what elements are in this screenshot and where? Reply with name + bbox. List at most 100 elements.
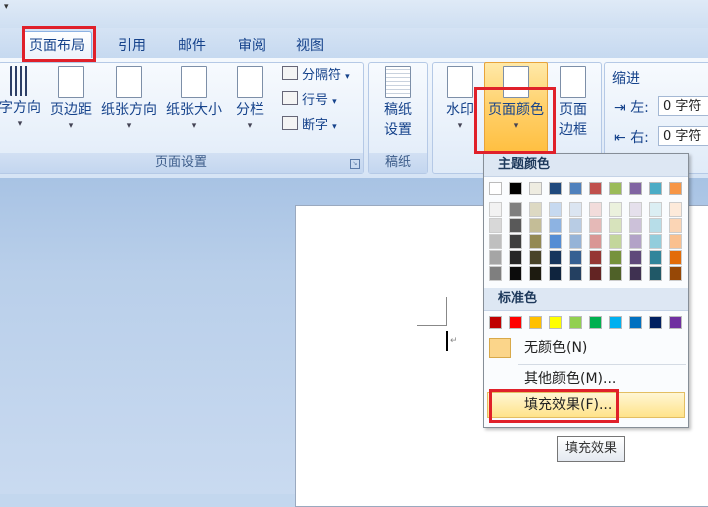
- theme-shade-swatch[interactable]: [569, 202, 582, 217]
- theme-shade-swatch[interactable]: [589, 250, 602, 265]
- theme-shade-swatch[interactable]: [609, 266, 622, 281]
- theme-shade-swatch[interactable]: [549, 234, 562, 249]
- theme-color-swatch[interactable]: [669, 182, 682, 195]
- theme-shade-swatch[interactable]: [609, 250, 622, 265]
- theme-shade-swatch[interactable]: [629, 266, 642, 281]
- tab-references[interactable]: 引用: [118, 35, 146, 55]
- hyphenation-button[interactable]: 断字 ▾: [282, 116, 337, 136]
- standard-color-swatch[interactable]: [549, 316, 562, 329]
- theme-shade-swatch[interactable]: [509, 250, 522, 265]
- theme-color-swatch[interactable]: [569, 182, 582, 195]
- theme-shade-swatch[interactable]: [629, 234, 642, 249]
- theme-shade-swatch[interactable]: [669, 266, 682, 281]
- standard-color-swatch[interactable]: [529, 316, 542, 329]
- line-numbers-icon: [282, 91, 298, 105]
- theme-shade-swatch[interactable]: [669, 234, 682, 249]
- indent-left-input[interactable]: 0 字符: [658, 96, 708, 116]
- standard-color-swatch[interactable]: [569, 316, 582, 329]
- theme-shade-swatch[interactable]: [669, 250, 682, 265]
- standard-color-swatch[interactable]: [649, 316, 662, 329]
- size-label: 纸张大小: [166, 102, 222, 118]
- theme-color-swatch[interactable]: [649, 182, 662, 195]
- quick-access-dropdown-icon[interactable]: ▾: [4, 2, 9, 12]
- theme-shade-swatch[interactable]: [529, 234, 542, 249]
- watermark-button[interactable]: 水印 ▾: [440, 66, 480, 132]
- theme-shade-swatch[interactable]: [589, 266, 602, 281]
- theme-color-swatch[interactable]: [629, 182, 642, 195]
- theme-shade-swatch[interactable]: [509, 202, 522, 217]
- page-setup-launcher-icon[interactable]: ↘: [350, 159, 360, 169]
- theme-shade-swatch[interactable]: [529, 266, 542, 281]
- theme-shade-swatch[interactable]: [609, 218, 622, 233]
- more-colors-item[interactable]: 其他颜色(M)...: [484, 367, 688, 391]
- theme-shade-swatch[interactable]: [569, 218, 582, 233]
- theme-shade-swatch[interactable]: [549, 250, 562, 265]
- theme-shade-swatch[interactable]: [509, 266, 522, 281]
- theme-color-swatch[interactable]: [609, 182, 622, 195]
- theme-shade-swatch[interactable]: [529, 218, 542, 233]
- theme-shade-swatch[interactable]: [649, 266, 662, 281]
- theme-shade-swatch[interactable]: [489, 218, 502, 233]
- line-numbers-button[interactable]: 行号 ▾: [282, 91, 337, 111]
- theme-color-swatch[interactable]: [589, 182, 602, 195]
- no-color-item[interactable]: 无颜色(N): [484, 336, 688, 360]
- theme-shade-swatch[interactable]: [669, 202, 682, 217]
- standard-color-swatch[interactable]: [609, 316, 622, 329]
- tab-page-layout[interactable]: 页面布局: [22, 31, 92, 60]
- theme-shade-swatch[interactable]: [549, 218, 562, 233]
- columns-button[interactable]: 分栏 ▾: [230, 66, 270, 132]
- theme-shade-swatch[interactable]: [649, 234, 662, 249]
- theme-color-swatch[interactable]: [489, 182, 502, 195]
- theme-shade-swatch[interactable]: [649, 250, 662, 265]
- orientation-button[interactable]: 纸张方向 ▾: [97, 66, 161, 132]
- theme-shade-swatch[interactable]: [589, 234, 602, 249]
- theme-color-swatch[interactable]: [509, 182, 522, 195]
- theme-shade-swatch[interactable]: [529, 202, 542, 217]
- theme-shade-swatch[interactable]: [569, 266, 582, 281]
- breaks-icon: [282, 66, 298, 80]
- hyphenation-label: 断字: [302, 118, 329, 133]
- theme-shade-swatch[interactable]: [649, 202, 662, 217]
- page-border-button[interactable]: 页面边框: [553, 66, 593, 140]
- page-color-label: 页面颜色: [488, 102, 544, 118]
- tab-view[interactable]: 视图: [296, 35, 324, 55]
- theme-shade-swatch[interactable]: [509, 234, 522, 249]
- theme-shade-swatch[interactable]: [569, 234, 582, 249]
- theme-shade-swatch[interactable]: [549, 202, 562, 217]
- theme-shade-swatch[interactable]: [629, 250, 642, 265]
- draft-settings-button[interactable]: 稿纸设置: [374, 66, 422, 140]
- page-color-button[interactable]: 页面颜色 ▾: [484, 66, 548, 132]
- tab-mailings[interactable]: 邮件: [178, 35, 206, 55]
- theme-shade-swatch[interactable]: [509, 218, 522, 233]
- theme-shade-swatch[interactable]: [629, 202, 642, 217]
- margins-button[interactable]: 页边距 ▾: [46, 66, 96, 132]
- theme-shade-swatch[interactable]: [489, 202, 502, 217]
- standard-color-swatch[interactable]: [669, 316, 682, 329]
- standard-color-swatch[interactable]: [629, 316, 642, 329]
- theme-shade-swatch[interactable]: [669, 218, 682, 233]
- tab-review[interactable]: 审阅: [238, 35, 266, 55]
- theme-shade-swatch[interactable]: [529, 250, 542, 265]
- theme-shade-swatch[interactable]: [609, 234, 622, 249]
- theme-shade-swatch[interactable]: [489, 266, 502, 281]
- theme-shade-swatch[interactable]: [569, 250, 582, 265]
- standard-color-swatch[interactable]: [509, 316, 522, 329]
- standard-color-swatch[interactable]: [489, 316, 502, 329]
- theme-shade-swatch[interactable]: [589, 202, 602, 217]
- theme-shade-swatch[interactable]: [589, 218, 602, 233]
- theme-shade-swatch[interactable]: [549, 266, 562, 281]
- theme-shade-swatch[interactable]: [649, 218, 662, 233]
- standard-color-swatch[interactable]: [589, 316, 602, 329]
- theme-shade-swatch[interactable]: [629, 218, 642, 233]
- draft-group-label: 稿纸: [369, 153, 427, 173]
- theme-color-swatch[interactable]: [549, 182, 562, 195]
- theme-color-swatch[interactable]: [529, 182, 542, 195]
- indent-right-input[interactable]: 0 字符: [658, 126, 708, 146]
- text-direction-button[interactable]: 字方向 ▾: [0, 66, 44, 130]
- theme-shade-swatch[interactable]: [489, 234, 502, 249]
- fill-effects-item[interactable]: 填充效果(F)...: [487, 392, 685, 418]
- theme-shade-swatch[interactable]: [609, 202, 622, 217]
- size-button[interactable]: 纸张大小 ▾: [162, 66, 226, 132]
- breaks-button[interactable]: 分隔符 ▾: [282, 66, 350, 86]
- theme-shade-swatch[interactable]: [489, 250, 502, 265]
